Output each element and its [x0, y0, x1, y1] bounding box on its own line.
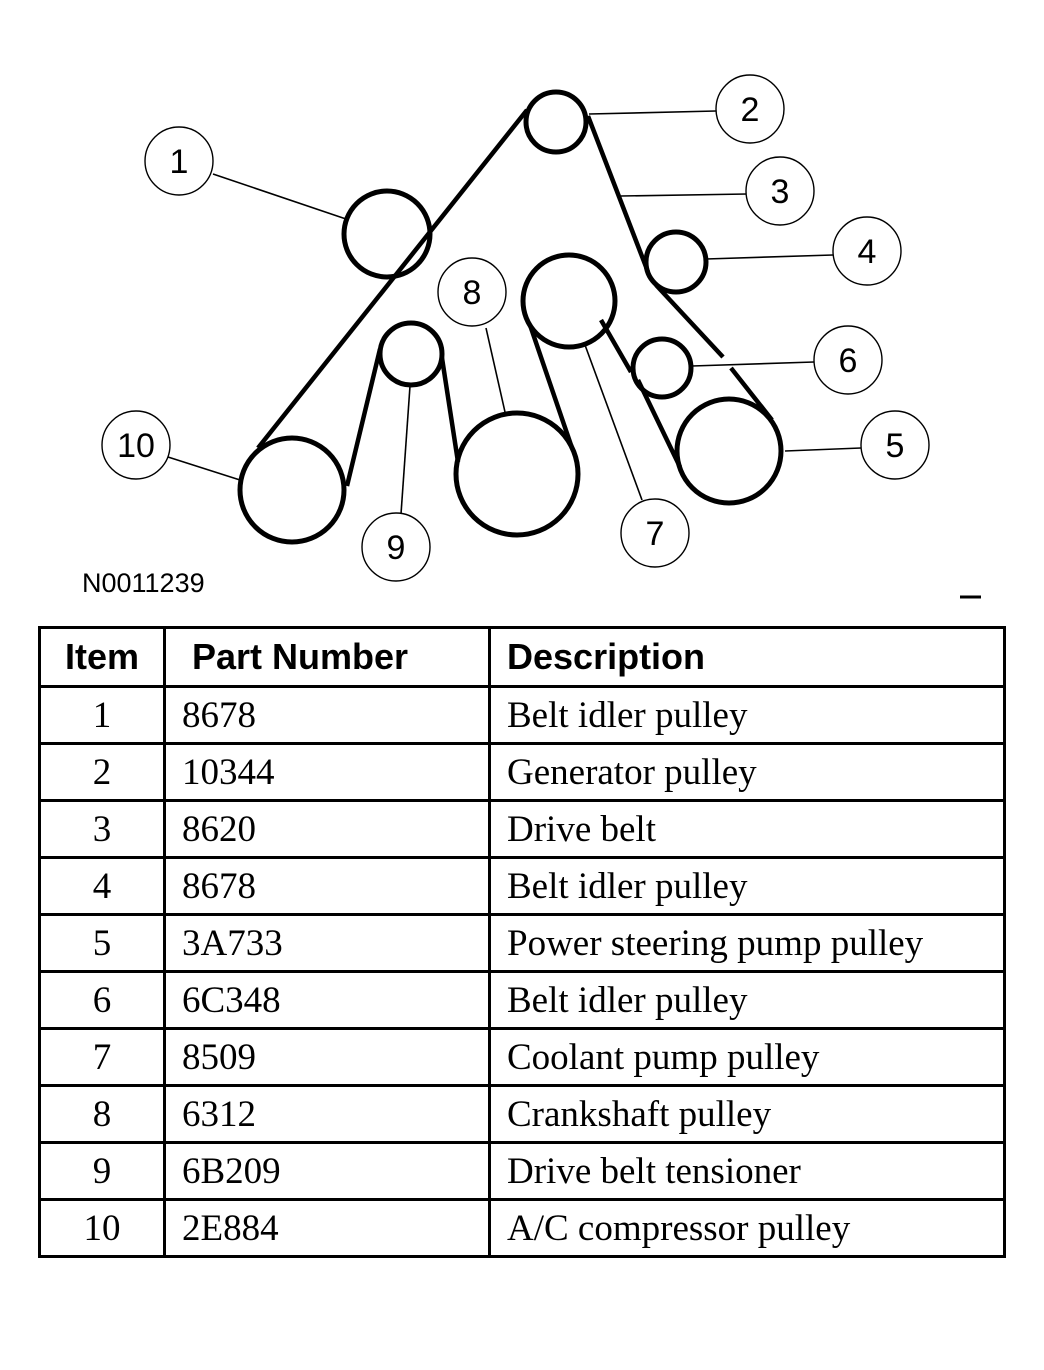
cell-description: Belt idler pulley	[488, 970, 1006, 1030]
table-row: 1 8678 Belt idler pulley	[38, 685, 1006, 745]
pulley-drive-belt-tensioner	[377, 320, 445, 388]
pulley-belt-idler-4	[643, 229, 709, 295]
belt-routing-diagram: 1 2 3 4 5 6 7 8 9 10 N0011239	[82, 74, 981, 599]
cell-part-number: 8678	[163, 685, 491, 745]
pulley-coolant-pump	[520, 252, 618, 350]
pulley-crankshaft	[453, 410, 581, 538]
svg-text:4: 4	[858, 233, 877, 271]
svg-text:7: 7	[646, 515, 665, 553]
svg-text:5: 5	[886, 427, 905, 465]
cell-item: 6	[38, 970, 166, 1030]
table-row: 9 6B209 Drive belt tensioner	[38, 1141, 1006, 1201]
cell-part-number: 10344	[163, 742, 491, 802]
cell-item: 5	[38, 913, 166, 973]
pulley-ac-compressor	[237, 435, 347, 545]
cell-part-number: 8509	[163, 1027, 491, 1087]
header-part-number: Part Number	[163, 626, 491, 688]
cell-part-number: 6C348	[163, 970, 491, 1030]
svg-text:3: 3	[771, 173, 790, 211]
cell-part-number: 3A733	[163, 913, 491, 973]
cell-item: 10	[38, 1198, 166, 1258]
svg-text:8: 8	[463, 274, 482, 312]
cell-description: Belt idler pulley	[488, 685, 1006, 745]
cell-description: Coolant pump pulley	[488, 1027, 1006, 1087]
table-row: 8 6312 Crankshaft pulley	[38, 1084, 1006, 1144]
callout-8: 8	[437, 257, 507, 327]
cell-part-number: 2E884	[163, 1198, 491, 1258]
svg-text:2: 2	[741, 91, 760, 129]
table-row: 6 6C348 Belt idler pulley	[38, 970, 1006, 1030]
cell-description: Drive belt	[488, 799, 1006, 859]
callout-9: 9	[361, 512, 431, 582]
cell-description: Crankshaft pulley	[488, 1084, 1006, 1144]
pulley-generator	[523, 89, 589, 155]
cell-description: Generator pulley	[488, 742, 1006, 802]
cell-item: 2	[38, 742, 166, 802]
table-header-row: Item Part Number Description	[38, 626, 1006, 688]
cell-item: 8	[38, 1084, 166, 1144]
cell-item: 7	[38, 1027, 166, 1087]
cell-item: 9	[38, 1141, 166, 1201]
callout-3: 3	[745, 156, 815, 226]
svg-text:1: 1	[170, 143, 189, 181]
cell-description: Belt idler pulley	[488, 856, 1006, 916]
cell-part-number: 8678	[163, 856, 491, 916]
callout-4: 4	[832, 216, 902, 286]
table-row: 7 8509 Coolant pump pulley	[38, 1027, 1006, 1087]
drive-belt	[256, 108, 774, 487]
header-description: Description	[488, 626, 1006, 688]
header-item: Item	[38, 626, 166, 688]
cell-item: 1	[38, 685, 166, 745]
figure-id-label: N0011239	[82, 568, 205, 598]
callout-5: 5	[860, 410, 930, 480]
svg-text:6: 6	[839, 342, 858, 380]
table-row: 10 2E884 A/C compressor pulley	[38, 1198, 1006, 1258]
callout-2: 2	[715, 74, 785, 144]
cell-part-number: 6B209	[163, 1141, 491, 1201]
cell-description: A/C compressor pulley	[488, 1198, 1006, 1258]
cell-part-number: 6312	[163, 1084, 491, 1144]
table-row: 2 10344 Generator pulley	[38, 742, 1006, 802]
cell-description: Drive belt tensioner	[488, 1141, 1006, 1201]
cell-description: Power steering pump pulley	[488, 913, 1006, 973]
pulley-belt-idler-1	[341, 188, 433, 280]
callout-7: 7	[620, 498, 690, 568]
cell-part-number: 8620	[163, 799, 491, 859]
table-row: 3 8620 Drive belt	[38, 799, 1006, 859]
callout-1: 1	[144, 126, 214, 196]
cell-item: 4	[38, 856, 166, 916]
svg-text:9: 9	[387, 529, 406, 567]
cell-item: 3	[38, 799, 166, 859]
svg-text:10: 10	[117, 427, 155, 465]
callout-10: 10	[101, 410, 171, 480]
parts-table: Item Part Number Description 1 8678 Belt…	[38, 626, 1006, 1258]
callout-6: 6	[813, 325, 883, 395]
table-row: 5 3A733 Power steering pump pulley	[38, 913, 1006, 973]
table-row: 4 8678 Belt idler pulley	[38, 856, 1006, 916]
